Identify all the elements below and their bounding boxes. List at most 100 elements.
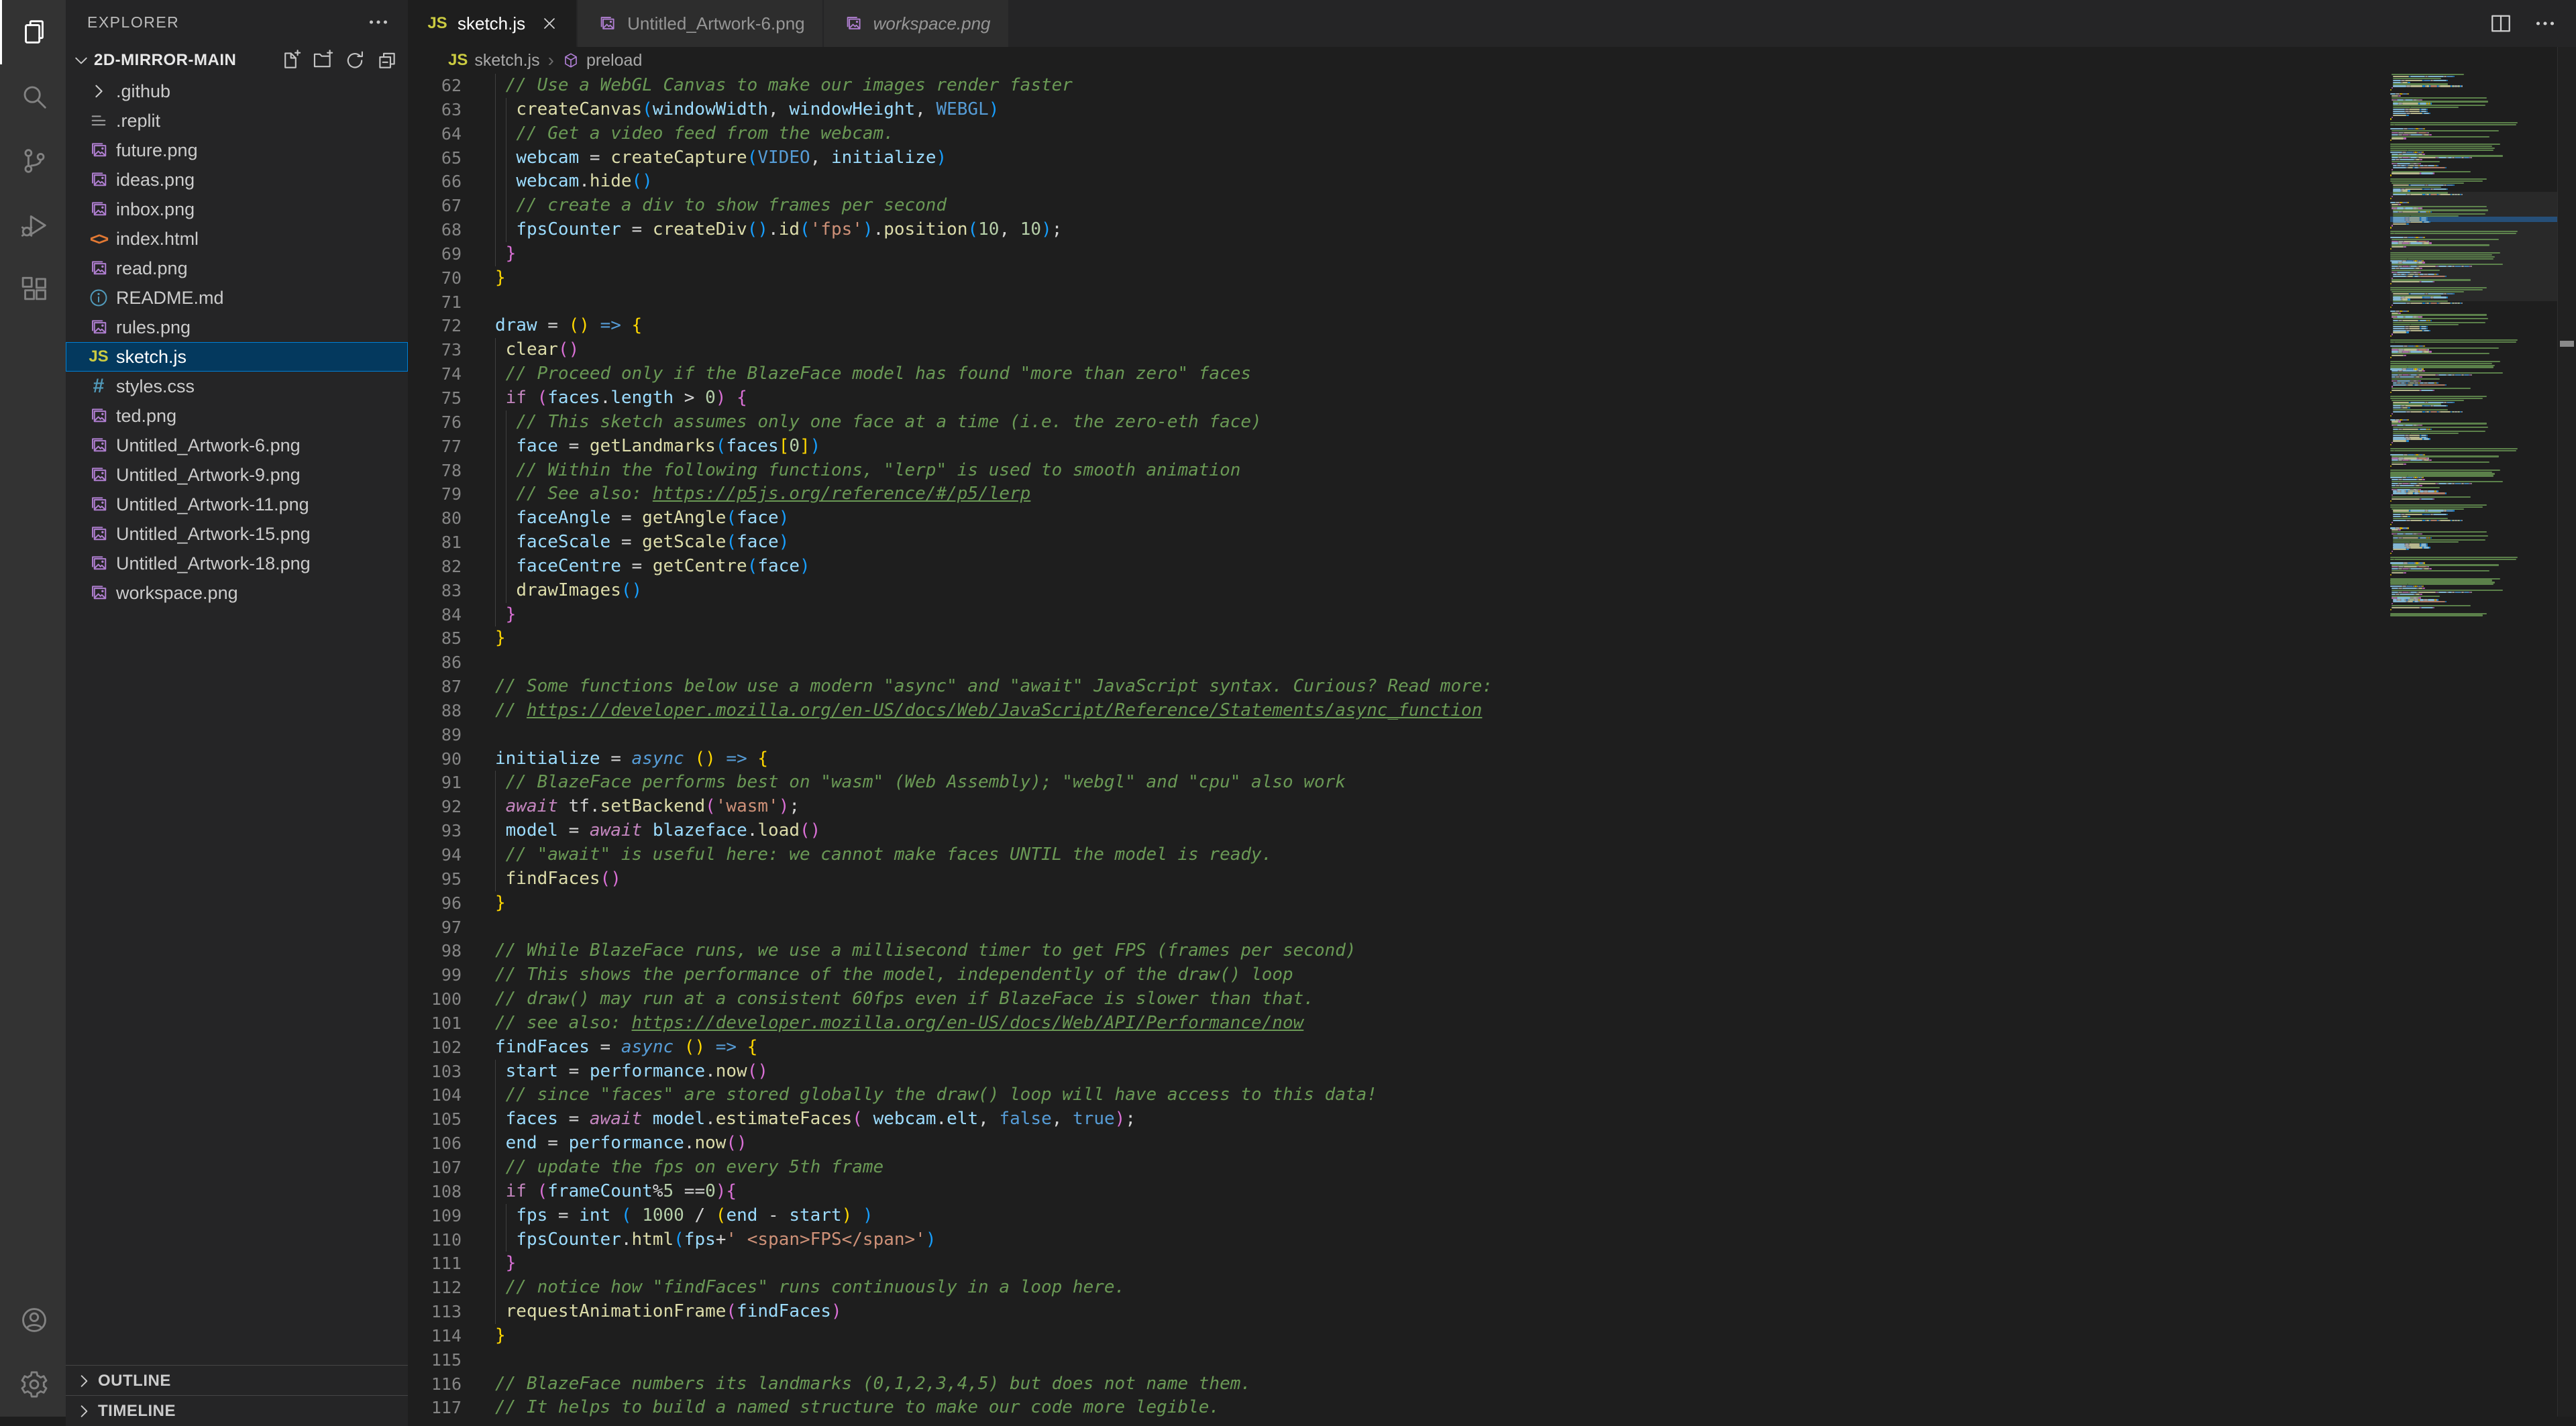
scrollbar-cursor-mark (2560, 341, 2574, 347)
file-tree-item-README.md[interactable]: README.md (66, 283, 408, 313)
code-editor[interactable]: 62 // Use a WebGL Canvas to make our ima… (408, 74, 2390, 1417)
activity-bar-item-extensions[interactable] (0, 258, 66, 322)
new-file-icon[interactable] (279, 49, 302, 72)
minimap[interactable] (2390, 74, 2558, 1417)
line-number: 80 (408, 506, 495, 531)
line-number: 109 (408, 1204, 495, 1228)
line-number: 87 (408, 675, 495, 699)
tab-Untitled_Artwork-6.png[interactable]: Untitled_Artwork-6.png (578, 0, 822, 47)
line-number: 65 (408, 146, 495, 170)
code-line-117: 117// It helps to build a named structur… (408, 1396, 2390, 1417)
ellipsis-icon[interactable] (2533, 11, 2557, 36)
line-number: 100 (408, 987, 495, 1011)
breadcrumb-symbol[interactable]: preload (586, 51, 642, 70)
refresh-icon[interactable] (343, 49, 366, 72)
tab-workspace.png[interactable]: workspace.png (824, 0, 1008, 47)
code-line-80: 80 faceAngle = getAngle(face) (408, 506, 2390, 531)
editor-actions (2489, 0, 2576, 47)
file-name: Untitled_Artwork-6.png (116, 435, 301, 456)
file-tree-item-sketch.js[interactable]: JSsketch.js (66, 342, 408, 372)
file-tree-item-Untitled_Artwork-15.png[interactable]: Untitled_Artwork-15.png (66, 519, 408, 549)
line-number: 68 (408, 218, 495, 242)
file-tree-item-.github[interactable]: .github (66, 76, 408, 106)
code-line-67: 67 // create a div to show frames per se… (408, 194, 2390, 218)
code-line-93: 93 model = await blazeface.load() (408, 819, 2390, 843)
files-icon (19, 17, 50, 48)
file-tree-item-.replit[interactable]: .replit (66, 106, 408, 135)
tab-label: workspace.png (873, 13, 991, 34)
code-line-103: 103 start = performance.now() (408, 1060, 2390, 1084)
activity-bar-item-explorer[interactable] (0, 0, 66, 64)
line-number: 95 (408, 867, 495, 891)
line-number: 104 (408, 1083, 495, 1107)
sidebar-section-outline[interactable]: OUTLINE (66, 1365, 408, 1396)
close-icon[interactable] (540, 14, 559, 33)
code-line-109: 109 fps = int ( 1000 / (end - start) ) (408, 1204, 2390, 1228)
breadcrumb-file[interactable]: sketch.js (474, 51, 539, 70)
file-name: Untitled_Artwork-11.png (116, 494, 309, 515)
line-number: 63 (408, 98, 495, 122)
line-number: 71 (408, 290, 495, 315)
collapse-all-icon[interactable] (376, 49, 398, 72)
file-name: styles.css (116, 376, 195, 397)
sidebar-section-timeline[interactable]: TIMELINE (66, 1395, 408, 1426)
file-name: .github (116, 81, 170, 102)
code-line-111: 111 } (408, 1252, 2390, 1276)
file-tree-item-ideas.png[interactable]: ideas.png (66, 165, 408, 195)
line-number: 82 (408, 555, 495, 579)
file-tree-item-workspace.png[interactable]: workspace.png (66, 578, 408, 608)
code-line-112: 112 // notice how "findFaces" runs conti… (408, 1276, 2390, 1300)
line-number: 93 (408, 819, 495, 843)
line-number: 111 (408, 1252, 495, 1276)
activity-bar-item-accounts[interactable] (0, 1288, 66, 1352)
activity-bar-item-settings[interactable] (0, 1352, 66, 1417)
editor-scrollbar[interactable] (2557, 47, 2576, 1417)
line-number: 98 (408, 939, 495, 963)
split-icon[interactable] (2489, 11, 2513, 36)
line-number: 112 (408, 1276, 495, 1300)
file-tree-item-Untitled_Artwork-9.png[interactable]: Untitled_Artwork-9.png (66, 460, 408, 490)
tab-sketch.js[interactable]: JSsketch.js (408, 0, 576, 47)
vscode-window: { "colors":{"editor_bg":"#1e1e1e","sideb… (0, 0, 2576, 1417)
file-tree-item-Untitled_Artwork-11.png[interactable]: Untitled_Artwork-11.png (66, 490, 408, 519)
line-number: 91 (408, 771, 495, 795)
js-icon: JS (85, 345, 112, 369)
file-tree-item-index.html[interactable]: <>index.html (66, 224, 408, 254)
line-number: 72 (408, 314, 495, 338)
image-icon (85, 551, 112, 575)
file-tree-item-ted.png[interactable]: ted.png (66, 401, 408, 431)
new-folder-icon[interactable] (311, 49, 334, 72)
line-number: 94 (408, 843, 495, 867)
file-tree-item-Untitled_Artwork-6.png[interactable]: Untitled_Artwork-6.png (66, 431, 408, 460)
code-line-79: 79 // See also: https://p5js.org/referen… (408, 482, 2390, 506)
file-tree-item-future.png[interactable]: future.png (66, 135, 408, 165)
file-tree-item-read.png[interactable]: read.png (66, 254, 408, 283)
activity-bar (0, 0, 66, 1417)
image-icon (841, 13, 865, 34)
code-line-95: 95 findFaces() (408, 867, 2390, 891)
code-line-71: 71 (408, 290, 2390, 315)
explorer-more-actions-icon[interactable] (366, 10, 390, 34)
line-number: 84 (408, 603, 495, 627)
code-line-75: 75 if (faces.length > 0) { (408, 386, 2390, 410)
explorer-sidebar: EXPLORER 2D-MIRROR-MAIN .github.replitfu… (66, 0, 408, 1417)
code-line-69: 69 } (408, 242, 2390, 266)
activity-bar-item-run-debug[interactable] (0, 193, 66, 258)
code-line-97: 97 (408, 916, 2390, 940)
project-root-row[interactable]: 2D-MIRROR-MAIN (66, 44, 408, 76)
code-line-102: 102findFaces = async () => { (408, 1036, 2390, 1060)
file-name: inbox.png (116, 199, 195, 220)
file-tree-item-inbox.png[interactable]: inbox.png (66, 195, 408, 224)
editor-tab-bar: JSsketch.jsUntitled_Artwork-6.png workspa… (408, 0, 2576, 47)
image-icon (85, 492, 112, 516)
file-tree-item-rules.png[interactable]: rules.png (66, 313, 408, 342)
activity-bar-item-source-control[interactable] (0, 129, 66, 193)
file-tree-item-Untitled_Artwork-18.png[interactable]: Untitled_Artwork-18.png (66, 549, 408, 578)
code-line-99: 99// This shows the performance of the m… (408, 963, 2390, 987)
line-number: 101 (408, 1011, 495, 1036)
code-line-68: 68 fpsCounter = createDiv().id('fps').po… (408, 218, 2390, 242)
line-number: 97 (408, 916, 495, 940)
file-tree-item-styles.css[interactable]: #styles.css (66, 372, 408, 401)
activity-bar-item-search[interactable] (0, 64, 66, 129)
code-line-65: 65 webcam = createCapture(VIDEO, initial… (408, 146, 2390, 170)
